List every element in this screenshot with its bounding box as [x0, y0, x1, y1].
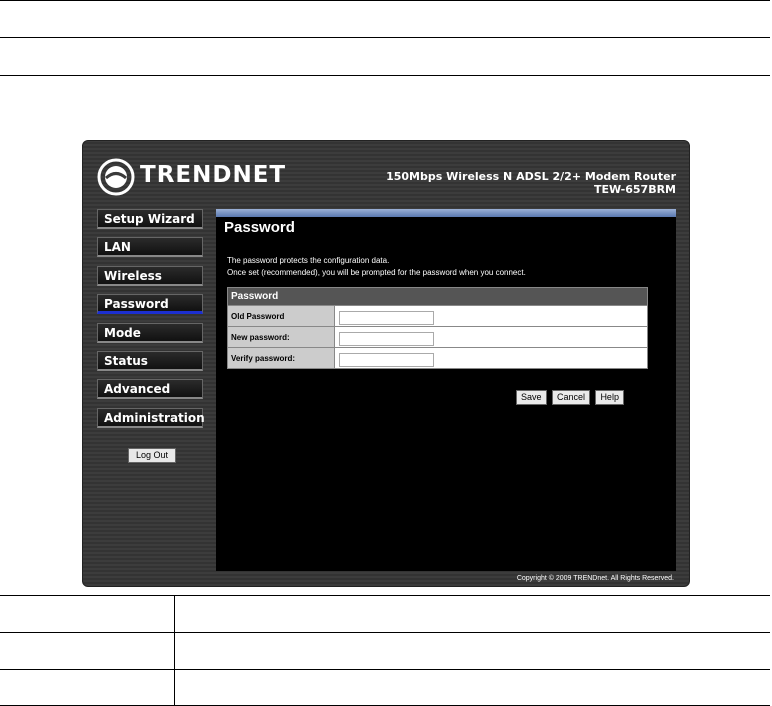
- doc-rule: [0, 595, 770, 596]
- new-password-label: New password:: [227, 326, 335, 348]
- nav-advanced[interactable]: Advanced: [97, 379, 203, 400]
- sidebar-nav: Setup Wizard LAN Wireless Password Mode …: [97, 209, 205, 436]
- table-row: Verify password:: [227, 347, 648, 369]
- page-title: Password: [224, 219, 295, 236]
- help-button[interactable]: Help: [595, 390, 624, 405]
- nav-setup-wizard[interactable]: Setup Wizard: [97, 209, 203, 229]
- old-password-label: Old Password: [227, 305, 335, 327]
- table-header: Password: [227, 287, 648, 306]
- nav-mode[interactable]: Mode: [97, 322, 203, 343]
- save-button[interactable]: Save: [516, 390, 547, 405]
- main-content: Password The password protects the confi…: [216, 209, 676, 571]
- action-buttons: Save Cancel Help: [516, 387, 625, 405]
- trendnet-logo-icon: [97, 158, 135, 196]
- product-model: TEW-657BRM: [594, 183, 676, 196]
- nav-wireless[interactable]: Wireless: [97, 265, 203, 286]
- password-table: Password Old Password New password: Veri…: [227, 287, 648, 369]
- doc-rule: [0, 669, 770, 670]
- doc-rule: [0, 75, 770, 76]
- description-line-1: The password protects the configuration …: [227, 256, 390, 265]
- verify-password-field[interactable]: [339, 352, 434, 367]
- logout-button[interactable]: Log Out: [128, 448, 176, 463]
- product-title: 150Mbps Wireless N ADSL 2/2+ Modem Route…: [386, 170, 676, 196]
- description-line-2: Once set (recommended), you will be prom…: [227, 268, 526, 277]
- product-name: 150Mbps Wireless N ADSL 2/2+ Modem Route…: [386, 170, 676, 183]
- doc-rule: [0, 0, 770, 1]
- cancel-button[interactable]: Cancel: [551, 390, 590, 405]
- doc-rule: [174, 595, 175, 706]
- table-row: New password:: [227, 326, 648, 348]
- brand-name: TRENDNET: [140, 162, 287, 188]
- old-password-field[interactable]: [339, 310, 434, 325]
- new-password-field[interactable]: [339, 331, 434, 346]
- copyright-text: Copyright © 2009 TRENDnet. All Rights Re…: [516, 575, 674, 582]
- nav-password[interactable]: Password: [97, 294, 203, 315]
- content-header-bar: [216, 209, 676, 217]
- nav-administration[interactable]: Administration: [97, 407, 205, 428]
- nav-lan[interactable]: LAN: [97, 237, 203, 258]
- doc-rule: [0, 632, 770, 633]
- verify-password-label: Verify password:: [227, 347, 335, 369]
- table-row: Old Password: [227, 305, 648, 327]
- doc-rule: [0, 37, 770, 38]
- nav-status[interactable]: Status: [97, 350, 203, 371]
